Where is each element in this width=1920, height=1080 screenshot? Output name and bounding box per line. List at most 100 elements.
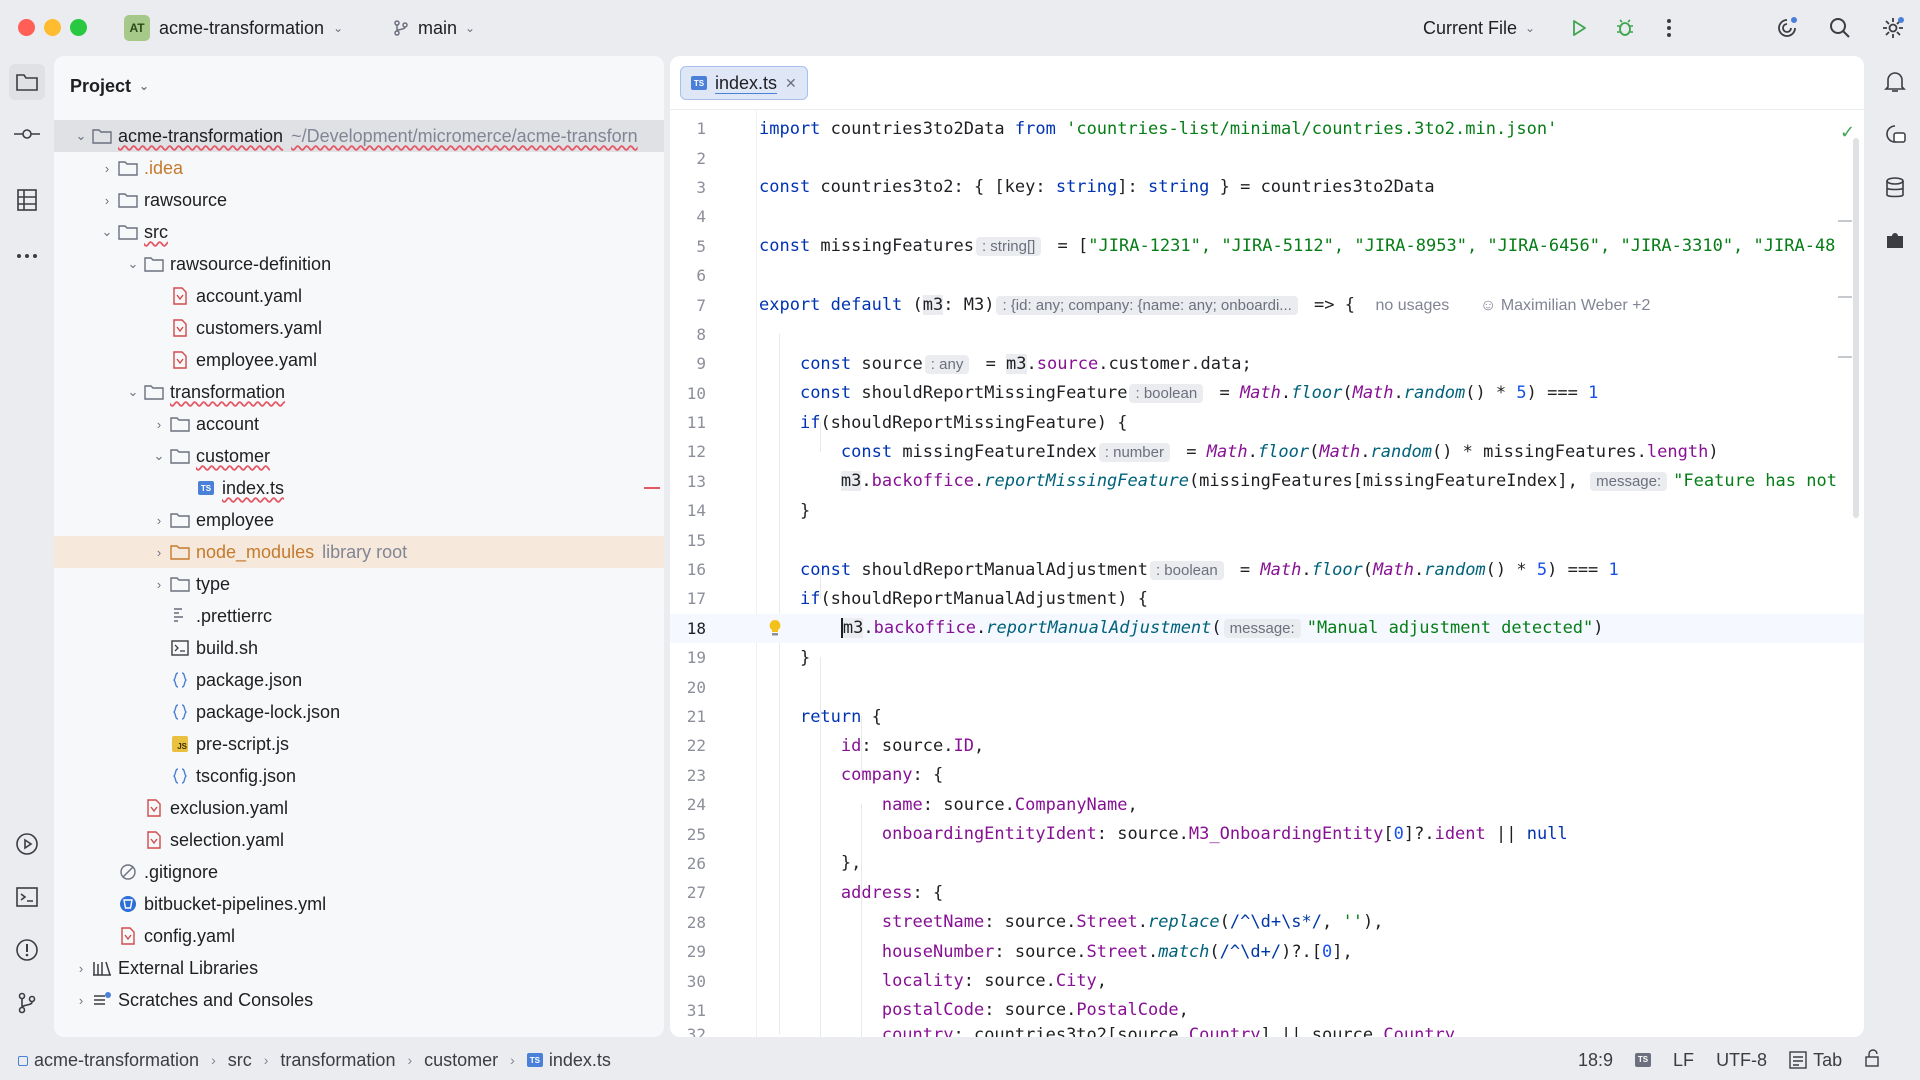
chevron-right-icon[interactable]: › [148, 545, 170, 560]
chevron-right-icon[interactable]: › [148, 577, 170, 592]
chevron-right-icon[interactable]: › [96, 193, 118, 208]
terminal-toolwindow-button[interactable] [9, 879, 45, 915]
breadcrumb-item[interactable]: acme-transformation [18, 1050, 199, 1071]
folder-icon [170, 574, 190, 594]
tree-item-pre-script-js[interactable]: JS pre-script.js [54, 728, 664, 760]
tree-item-config-yaml[interactable]: config.yaml [54, 920, 664, 952]
chevron-right-icon[interactable]: › [70, 961, 92, 976]
chevron-down-icon[interactable]: ⌄ [148, 448, 170, 464]
more-actions-button[interactable] [1656, 15, 1682, 41]
author-hint[interactable]: ☺ Maximilian Weber +2 [1480, 297, 1650, 314]
usages-hint[interactable]: no usages [1375, 297, 1449, 314]
tree-item-rawsource-definition[interactable]: ⌄ rawsource-definition [54, 248, 664, 280]
notifications-button[interactable] [1877, 64, 1913, 100]
breadcrumb-item[interactable]: TS index.ts [526, 1050, 611, 1071]
run-configuration-selector[interactable]: Current File ⌄ [1423, 14, 1535, 42]
type-hint[interactable]: : {id: any; company: {name: any; onboard… [996, 296, 1298, 316]
line-number: 28 [686, 912, 706, 932]
chevron-down-icon[interactable]: ⌄ [122, 256, 144, 272]
tree-item-prettierrc[interactable]: .prettierrc [54, 600, 664, 632]
more-toolwindows-button[interactable] [9, 238, 45, 274]
zoom-window-button[interactable] [70, 19, 87, 36]
indent-setting[interactable]: Tab [1789, 1050, 1842, 1071]
tree-item-index-ts[interactable]: TS index.ts [54, 472, 664, 504]
tree-item-idea[interactable]: › .idea [54, 152, 664, 184]
tree-item-account[interactable]: › account [54, 408, 664, 440]
tree-item-rawsource[interactable]: › rawsource [54, 184, 664, 216]
tree-item-exclusion-yaml[interactable]: exclusion.yaml [54, 792, 664, 824]
tree-item-label: .idea [144, 157, 184, 178]
javascript-file-icon: JS [170, 734, 190, 754]
code-line: 19 } [670, 643, 1864, 672]
code-line: 8 [670, 320, 1864, 349]
tree-item-gitignore[interactable]: .gitignore [54, 856, 664, 888]
lock-icon[interactable] [1864, 1048, 1880, 1072]
caret-position[interactable]: 18:9 [1578, 1050, 1613, 1071]
structure-toolwindow-button[interactable] [9, 182, 45, 218]
plugin-button[interactable] [1877, 222, 1913, 258]
folder-icon [118, 190, 138, 210]
code-area[interactable]: 1 import countries3to2Data from 'countrie… [670, 114, 1864, 1037]
tree-item-build-sh[interactable]: build.sh [54, 632, 664, 664]
line-number: 4 [696, 207, 706, 227]
project-view-selector[interactable]: Project ⌄ [70, 72, 149, 100]
more-horizontal-icon [17, 254, 37, 258]
chevron-right-icon[interactable]: › [96, 161, 118, 176]
chevron-right-icon[interactable]: › [70, 993, 92, 1008]
tree-item-node-modules[interactable]: › node_modules library root [54, 536, 664, 568]
folder-icon [170, 542, 190, 562]
problems-toolwindow-button[interactable] [9, 932, 45, 968]
tree-item-label: employee.yaml [196, 349, 318, 370]
tree-item-package-json[interactable]: package.json [54, 664, 664, 696]
terminal-icon [16, 887, 38, 907]
folder-icon [118, 222, 138, 242]
settings-button[interactable] [1880, 15, 1906, 41]
project-switcher[interactable]: AT acme-transformation ⌄ [124, 14, 343, 42]
chevron-down-icon[interactable]: ⌄ [96, 224, 118, 240]
file-encoding[interactable]: UTF-8 [1716, 1050, 1767, 1071]
close-icon[interactable]: ✕ [785, 75, 797, 92]
commit-toolwindow-button[interactable] [9, 116, 45, 152]
database-button[interactable] [1877, 170, 1913, 206]
tree-item-external-libraries[interactable]: › External Libraries [54, 952, 664, 984]
tree-item-scratches[interactable]: › Scratches and Consoles [54, 984, 664, 1016]
breadcrumb-item[interactable]: transformation [280, 1050, 395, 1071]
tree-item-root[interactable]: ⌄ acme-transformation ~/Development/micr… [54, 120, 664, 152]
tree-item-tsconfig-json[interactable]: tsconfig.json [54, 760, 664, 792]
ai-chat-button[interactable] [1877, 116, 1913, 152]
git-toolwindow-button[interactable] [9, 985, 45, 1021]
close-window-button[interactable] [18, 19, 35, 36]
breadcrumb-item[interactable]: src [228, 1050, 252, 1071]
line-ending[interactable]: LF [1673, 1050, 1694, 1071]
chevron-right-icon[interactable]: › [148, 513, 170, 528]
search-everywhere-button[interactable] [1827, 15, 1853, 41]
tree-item-label: index.ts [222, 477, 285, 498]
tree-item-account-yaml[interactable]: account.yaml [54, 280, 664, 312]
project-toolwindow-button[interactable] [9, 64, 45, 100]
branch-switcher[interactable]: main ⌄ [392, 14, 475, 42]
chevron-down-icon: ⌄ [333, 21, 344, 35]
tree-item-customer[interactable]: ⌄ customer [54, 440, 664, 472]
debug-button[interactable] [1612, 15, 1638, 41]
chevron-down-icon[interactable]: ⌄ [122, 384, 144, 400]
language-service-icon[interactable]: TS [1635, 1053, 1652, 1067]
run-button[interactable] [1566, 15, 1592, 41]
tree-item-label: selection.yaml [170, 829, 285, 850]
chevron-down-icon[interactable]: ⌄ [70, 128, 92, 144]
code-line: 2 [670, 143, 1864, 172]
chevron-right-icon[interactable]: › [148, 417, 170, 432]
run-toolwindow-button[interactable] [9, 826, 45, 862]
minimize-window-button[interactable] [44, 19, 61, 36]
tree-item-src[interactable]: ⌄ src [54, 216, 664, 248]
tree-item-bitbucket-pipelines[interactable]: bitbucket-pipelines.yml [54, 888, 664, 920]
tree-item-package-lock-json[interactable]: package-lock.json [54, 696, 664, 728]
tree-item-employee-yaml[interactable]: employee.yaml [54, 344, 664, 376]
ai-assistant-button[interactable] [1774, 15, 1800, 41]
tree-item-employee[interactable]: › employee [54, 504, 664, 536]
tree-item-type[interactable]: › type [54, 568, 664, 600]
tree-item-selection-yaml[interactable]: selection.yaml [54, 824, 664, 856]
breadcrumb-item[interactable]: customer [424, 1050, 498, 1071]
tree-item-customers-yaml[interactable]: customers.yaml [54, 312, 664, 344]
editor-tab-index-ts[interactable]: TS index.ts ✕ [680, 66, 808, 100]
tree-item-transformation[interactable]: ⌄ transformation [54, 376, 664, 408]
